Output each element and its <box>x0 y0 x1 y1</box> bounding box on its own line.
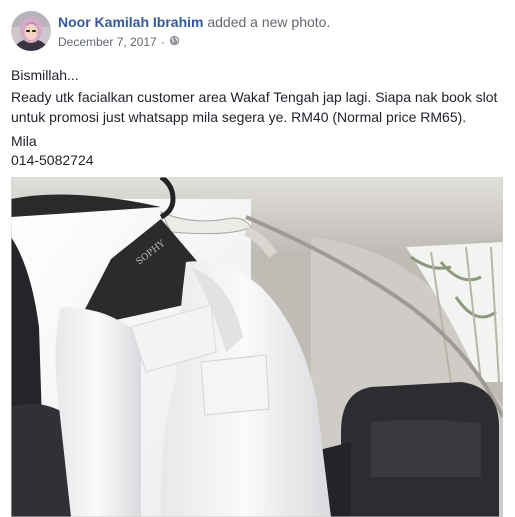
post-meta: December 7, 2017 · <box>58 35 180 49</box>
post-card: Noor Kamilah Ibrahim added a new photo. … <box>0 0 515 517</box>
post-text-line-2: Ready utk facialkan customer area Wakaf … <box>11 89 498 105</box>
post-action-text: added a new photo. <box>207 14 331 30</box>
post-text-line-3: untuk promosi just whatsapp mila segera … <box>11 109 467 125</box>
post-date-link[interactable]: December 7, 2017 <box>58 35 157 49</box>
post-header-line: Noor Kamilah Ibrahim added a new photo. <box>58 14 330 30</box>
globe-icon[interactable] <box>169 35 180 49</box>
post-photo[interactable]: SOPHY <box>11 177 503 517</box>
meta-separator: · <box>160 35 165 49</box>
post-text-line-4: Mila <box>11 133 37 149</box>
post-text-line-5: 014-5082724 <box>11 152 94 168</box>
author-avatar[interactable] <box>11 11 51 51</box>
post-text-line-1: Bismillah... <box>11 67 79 83</box>
author-name-link[interactable]: Noor Kamilah Ibrahim <box>58 14 203 30</box>
